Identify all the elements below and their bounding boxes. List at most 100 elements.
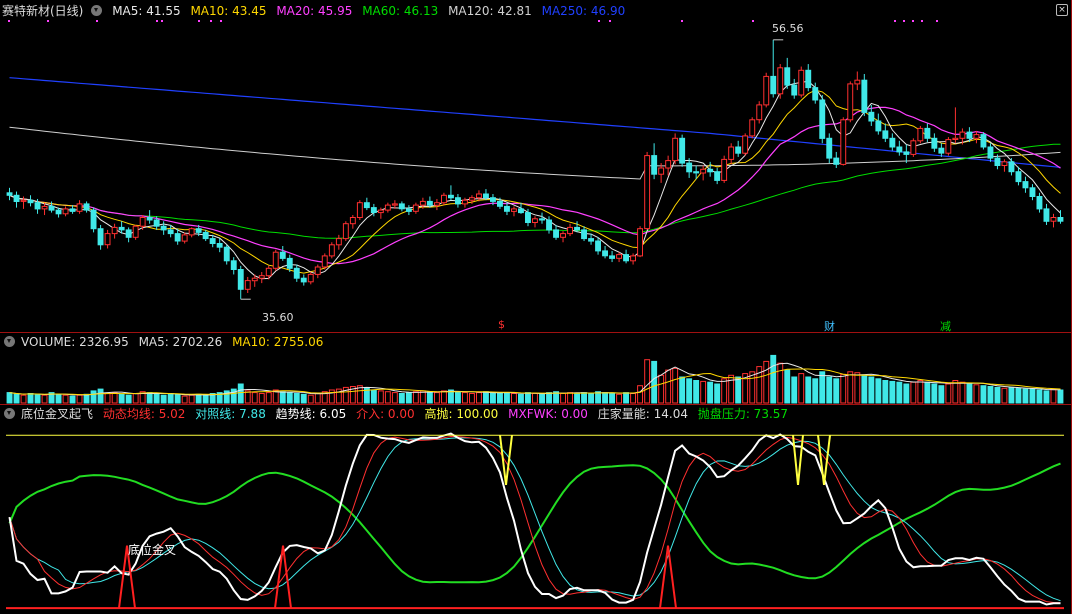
volume-bar bbox=[69, 395, 76, 404]
volume-bar bbox=[153, 393, 160, 404]
candle bbox=[595, 240, 601, 252]
signal-mark-jian[interactable]: 减 bbox=[940, 318, 951, 334]
volume-bar bbox=[90, 390, 97, 404]
volume-bar bbox=[62, 394, 69, 404]
ma250-line bbox=[9, 77, 1061, 168]
volume-bar bbox=[882, 380, 889, 404]
candle bbox=[700, 168, 707, 174]
volume-bar bbox=[195, 393, 202, 404]
signal-dot bbox=[894, 20, 896, 22]
candle bbox=[749, 119, 756, 137]
signal-dot bbox=[47, 20, 49, 22]
candle bbox=[553, 229, 559, 238]
signal-mark-cai[interactable]: 财 bbox=[824, 318, 835, 334]
candle bbox=[812, 87, 819, 101]
volume-bar bbox=[476, 392, 482, 404]
candle bbox=[1057, 217, 1064, 222]
options-dropdown-icon[interactable] bbox=[91, 5, 103, 16]
volume-bar bbox=[805, 376, 812, 404]
candle bbox=[798, 69, 805, 96]
volume-options-icon[interactable] bbox=[4, 336, 15, 347]
candle bbox=[854, 79, 861, 85]
volume-bar bbox=[784, 369, 791, 404]
candle bbox=[412, 204, 419, 212]
candle bbox=[742, 135, 749, 154]
volume-bar bbox=[630, 393, 636, 404]
candle bbox=[721, 158, 728, 181]
volume-bar bbox=[118, 393, 125, 404]
candle bbox=[987, 146, 994, 159]
volume-bar bbox=[20, 394, 27, 404]
volume-bar bbox=[560, 393, 566, 404]
volume-bar bbox=[511, 393, 517, 404]
volume-bar bbox=[826, 376, 833, 404]
candle bbox=[125, 229, 132, 238]
low-price-label: 35.60 bbox=[262, 311, 294, 324]
volume-bar bbox=[258, 393, 265, 404]
volume-bar bbox=[868, 376, 875, 404]
candle bbox=[321, 255, 328, 268]
volume-bar bbox=[293, 393, 300, 404]
stock-title[interactable]: 赛特新材(日线) bbox=[2, 4, 83, 18]
candle bbox=[931, 137, 938, 149]
candle bbox=[76, 203, 83, 212]
volume-bar bbox=[167, 393, 174, 404]
candle bbox=[588, 238, 594, 242]
volume-bar bbox=[181, 395, 188, 404]
candle bbox=[356, 202, 363, 218]
signal-mark-s[interactable]: $ bbox=[498, 318, 505, 331]
candle bbox=[97, 228, 104, 246]
candle bbox=[581, 229, 587, 240]
candle bbox=[349, 217, 356, 225]
candle bbox=[602, 250, 608, 257]
volume-bar bbox=[1050, 388, 1057, 404]
volume-bar bbox=[286, 392, 293, 404]
volume-bar bbox=[1043, 390, 1050, 404]
volume-bar bbox=[833, 378, 840, 404]
volume-bar bbox=[314, 393, 321, 404]
volume-bar bbox=[959, 381, 966, 404]
volume-bar bbox=[840, 373, 847, 404]
volume-bar bbox=[945, 383, 952, 404]
ma250-readout: MA250: 46.90 bbox=[541, 4, 626, 18]
candle bbox=[328, 244, 335, 257]
volume-bar bbox=[791, 376, 798, 404]
close-icon[interactable]: × bbox=[1056, 4, 1068, 16]
indicator-title: 底位金叉起飞 bbox=[21, 407, 94, 421]
price-chart[interactable] bbox=[0, 18, 1071, 333]
candle bbox=[293, 267, 300, 279]
candle bbox=[784, 67, 791, 86]
volume-bar bbox=[188, 394, 195, 404]
volume-chart[interactable] bbox=[0, 350, 1071, 404]
volume-bar bbox=[462, 392, 468, 404]
volume-bar bbox=[504, 392, 510, 404]
volume-bar bbox=[602, 392, 608, 404]
candle bbox=[34, 202, 41, 210]
candle bbox=[118, 226, 125, 231]
candle bbox=[693, 171, 700, 174]
volume-bar bbox=[728, 374, 735, 404]
indicator-options-icon[interactable] bbox=[4, 408, 15, 419]
volume-bar bbox=[125, 394, 132, 404]
candle bbox=[69, 208, 76, 212]
candle bbox=[174, 233, 181, 242]
volume-bar bbox=[405, 392, 412, 404]
ppyl-readout: 抛盘压力: 73.57 bbox=[697, 407, 789, 421]
candle bbox=[483, 193, 489, 199]
volume-bar bbox=[384, 391, 391, 404]
candle bbox=[251, 277, 258, 282]
candle bbox=[924, 127, 931, 139]
ma5-readout: MA5: 41.55 bbox=[112, 4, 181, 18]
volume-bar bbox=[777, 362, 784, 404]
volume-bar bbox=[644, 359, 651, 404]
volume-bar bbox=[672, 367, 679, 404]
candle bbox=[1015, 171, 1022, 183]
candle bbox=[644, 155, 651, 230]
volume-bar bbox=[609, 393, 615, 404]
candle bbox=[104, 233, 111, 246]
candle bbox=[651, 155, 658, 175]
indicator-chart[interactable] bbox=[0, 422, 1071, 614]
candle bbox=[335, 238, 342, 246]
volume-bar bbox=[132, 393, 139, 404]
candle bbox=[426, 200, 433, 206]
